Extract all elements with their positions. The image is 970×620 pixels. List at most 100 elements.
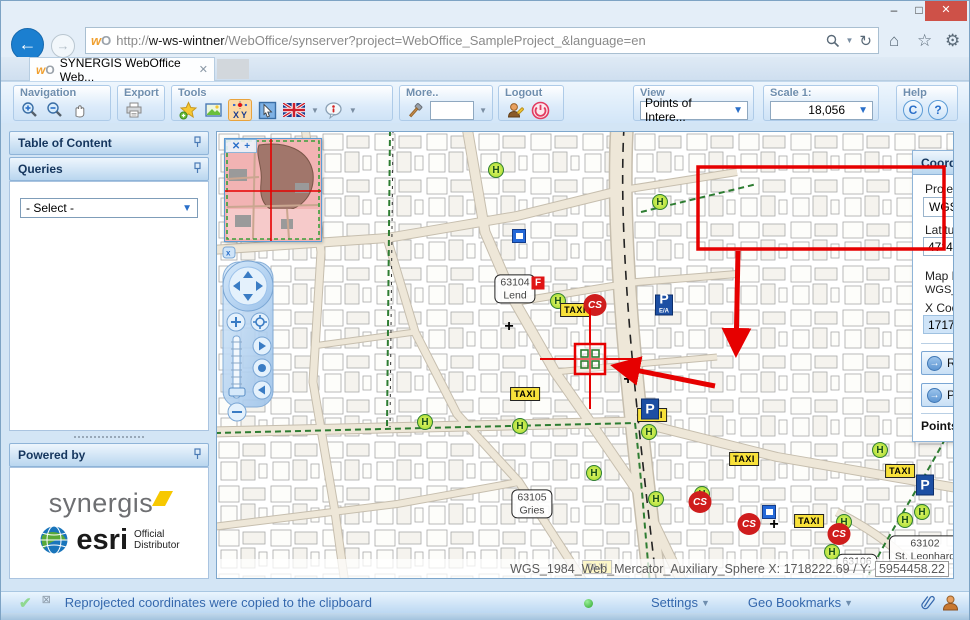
success-check-icon: ✔ (19, 594, 32, 612)
language-uk-flag-icon[interactable] (282, 100, 306, 120)
view-dropdown-icon[interactable]: ▼ (729, 105, 743, 116)
esri-text: esri (76, 527, 128, 553)
esri-logo: esri OfficialDistributor (38, 524, 179, 556)
copy-map-image-icon[interactable] (203, 100, 223, 120)
url-host: w-ws-wintner (149, 33, 225, 48)
pin-icon[interactable] (193, 136, 202, 151)
map-marker-taxi: TAXI (729, 452, 759, 466)
pan-hand-icon[interactable] (70, 100, 90, 120)
svg-text:Y: Y (241, 110, 247, 120)
scale-input[interactable] (775, 103, 845, 117)
close-button[interactable]: ✕ (925, 1, 967, 21)
x-coordinate-label: X Coordinate on Map (925, 301, 954, 315)
new-tab-button[interactable] (217, 59, 249, 79)
sidebar-splitter[interactable] (9, 431, 209, 443)
pointsnap-section: Pointsnap » (913, 413, 954, 439)
synergis-text: synergis (49, 490, 154, 516)
projection-value: WGS 84 (929, 200, 954, 214)
select-tool-icon[interactable] (257, 100, 277, 120)
language-dropdown-caret[interactable]: ▼ (311, 106, 319, 115)
search-icon[interactable] (826, 34, 840, 48)
add-favorite-star-icon[interactable] (178, 100, 198, 120)
help-button[interactable]: ? (928, 100, 948, 120)
map-navigation-widget[interactable]: x (221, 246, 279, 426)
user-profile-icon[interactable] (505, 100, 525, 120)
arrow-right-icon: → (927, 388, 942, 403)
home-icon[interactable]: ⌂ (889, 31, 899, 51)
tab-close-icon[interactable]: ✕ (199, 63, 208, 76)
pan-to-button[interactable]: → Pan to (921, 383, 954, 407)
page-body: Table of Content Queries - Select - ▼ Po… (1, 123, 969, 591)
latitude-input[interactable] (923, 237, 954, 256)
url-bar[interactable]: wO http://w-ws-wintner/WebOffice/synserv… (85, 27, 879, 54)
browser-window: – □ ✕ ← → wO http://w-ws-wintner/WebOffi… (0, 0, 970, 620)
map-marker-cs: CS (689, 491, 712, 513)
more-tools-select[interactable] (430, 101, 474, 120)
query-select[interactable]: - Select - ▼ (20, 198, 198, 218)
coordinate-search-header[interactable]: Coordinate Search – ✕ (913, 151, 954, 175)
map-marker-fire: F (532, 277, 545, 290)
map-projection-label: Map Projection: (925, 269, 954, 283)
more-dropdown-caret[interactable]: ▼ (479, 106, 487, 115)
powered-by-body: synergis esri OfficialDistributor (9, 467, 209, 579)
scale-dropdown-icon[interactable]: ▼ (854, 105, 868, 116)
zoom-in-icon[interactable] (20, 100, 40, 120)
info-dropdown-caret[interactable]: ▼ (349, 106, 357, 115)
queries-title: Queries (18, 162, 63, 176)
url-path: /WebOffice/synserver?project=WebOffice_S… (225, 33, 646, 48)
settings-menu[interactable]: Settings▼ (651, 595, 710, 610)
panel-header-table-of-content[interactable]: Table of Content (9, 131, 209, 155)
map-marker-parking: P (916, 475, 934, 496)
coordinate-search-panel: Coordinate Search – ✕ Projection WGS 84 … (912, 150, 954, 442)
favorites-star-icon[interactable]: ☆ (917, 31, 932, 51)
coordinate-search-title: Coordinate Search (921, 156, 954, 170)
map-marker-bus: H (641, 424, 657, 440)
tab-title: SYNERGIS WebOffice Web... (60, 56, 194, 84)
overview-move-icon[interactable]: + (244, 141, 250, 152)
toolbar-group-export: Export (117, 85, 165, 121)
dismiss-message-icon[interactable]: ⊠ (42, 593, 51, 606)
query-dropdown-icon[interactable]: ▼ (178, 203, 192, 214)
overview-map[interactable]: ✕ + (224, 138, 322, 242)
tab-synergis-weboffice[interactable]: wO SYNERGIS WebOffice Web... ✕ (29, 57, 215, 81)
app-toolbar: Navigation Export Tools XY ▼ (1, 81, 969, 123)
panel-header-queries[interactable]: Queries (9, 157, 209, 181)
map-marker-bus: H (652, 194, 668, 210)
pin-icon[interactable] (193, 448, 202, 463)
projection-select[interactable]: WGS 84 ▼ (923, 197, 954, 217)
zoom-out-icon[interactable] (45, 100, 65, 120)
coordinate-search-xy-icon[interactable]: XY (228, 99, 252, 121)
x-coordinate-input[interactable] (923, 315, 954, 334)
reproject-label: Reproject (947, 356, 954, 370)
map-marker-taxi: TAXI (510, 387, 540, 401)
refresh-icon[interactable]: ↻ (859, 32, 872, 50)
panel-header-powered-by[interactable]: Powered by (9, 443, 209, 467)
esri-globe-icon (38, 524, 70, 556)
toolbar-group-navigation: Navigation (13, 85, 111, 121)
forward-button[interactable]: → (51, 34, 75, 58)
map-viewport[interactable]: HHHHHHHHHHHHHHTAXITAXITAXITAXITAXITAXITA… (216, 131, 954, 579)
copyright-button[interactable]: C (903, 100, 923, 120)
reproject-button[interactable]: → Reproject (921, 351, 954, 375)
latitude-label: Latitude (925, 223, 954, 237)
settings-gear-icon[interactable]: ⚙ (945, 31, 960, 51)
map-marker-bus: H (417, 414, 433, 430)
pin-icon[interactable] (193, 162, 202, 177)
url-prefix: http:// (116, 33, 149, 48)
print-icon[interactable] (124, 100, 144, 120)
overview-close-icon[interactable]: ✕ (232, 141, 240, 152)
annotation-target-crosshair (540, 309, 640, 409)
overview-controls: ✕ + (225, 139, 257, 153)
view-select[interactable]: Points of Intere... ▼ (640, 101, 748, 120)
search-dropdown-caret[interactable]: ▼ (846, 36, 854, 45)
logout-power-icon[interactable] (530, 100, 550, 120)
info-balloon-icon[interactable] (324, 100, 344, 120)
user-icon[interactable] (942, 594, 959, 611)
toolbar-group-help: Help C ? (896, 85, 958, 121)
app-statusbar: ✔ ⊠ Reprojected coordinates were copied … (1, 591, 969, 613)
geo-bookmarks-menu[interactable]: Geo Bookmarks▼ (748, 595, 853, 610)
map-marker-bus: H (824, 544, 840, 560)
tab-favicon-icon: wO (36, 63, 55, 77)
tools-hammer-icon[interactable] (406, 100, 425, 120)
attachment-paperclip-icon[interactable] (921, 594, 936, 611)
